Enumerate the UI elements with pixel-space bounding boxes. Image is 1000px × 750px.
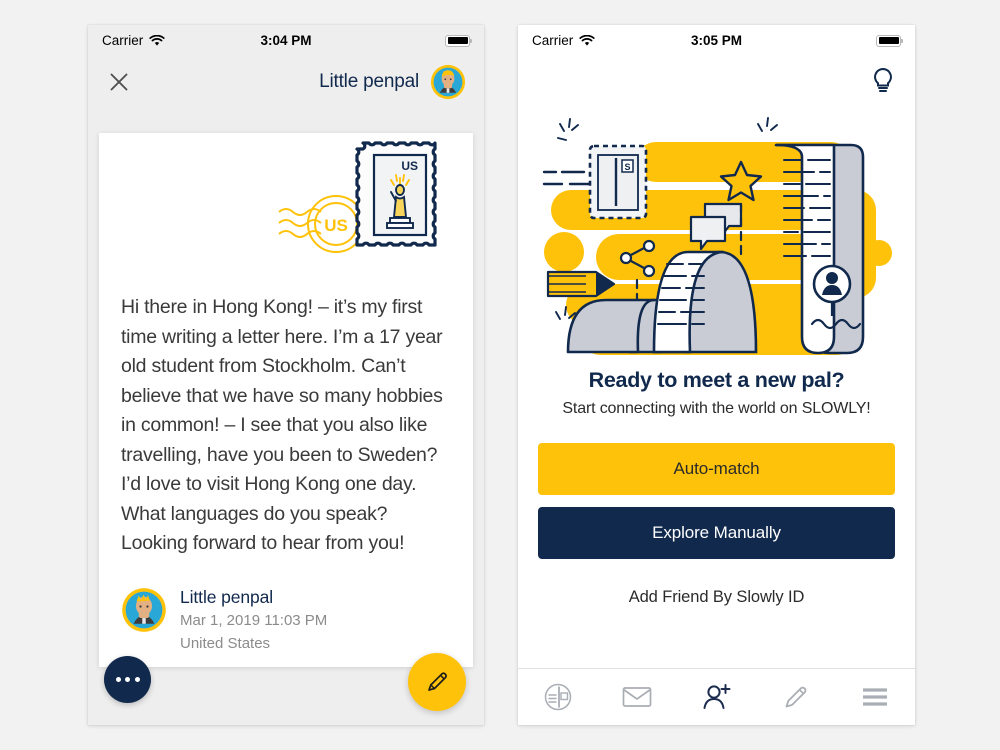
svg-text:S: S [624, 162, 630, 172]
phone-right-discover-view: Carrier 3:05 PM S Ready to meet a new pa… [518, 25, 915, 725]
add-friend-by-id-link[interactable]: Add Friend By Slowly ID [518, 588, 915, 607]
bottom-tab-bar [518, 668, 915, 725]
nav-bar-left: Little penpal [88, 56, 484, 108]
explore-manually-button[interactable]: Explore Manually [538, 507, 895, 559]
cta-title: Ready to meet a new pal? [588, 368, 845, 392]
envelope-icon [622, 687, 652, 707]
nav-bar-right [518, 56, 915, 106]
signature-text-group: Little penpal Mar 1, 2019 11:03 PM Unite… [180, 587, 327, 654]
person-plus-icon [703, 684, 731, 709]
carrier-label: Carrier [532, 33, 574, 48]
tab-write[interactable] [756, 669, 835, 725]
status-bar-left-group: Carrier [102, 33, 165, 48]
status-bar-right: Carrier 3:05 PM [518, 25, 915, 56]
person-avatar-icon [812, 264, 851, 304]
stamp-country-label: US [401, 159, 418, 173]
screenshot-stage: Carrier 3:04 PM Little penpal US US Hi t… [0, 0, 1000, 750]
status-bar-right-group [445, 34, 472, 47]
letter-card: US US Hi there in Hong Kong! – it’s my f… [99, 133, 473, 667]
letter-signature: Little penpal Mar 1, 2019 11:03 PM Unite… [99, 559, 473, 654]
battery-full-icon [876, 34, 903, 47]
tab-mail[interactable] [597, 669, 676, 725]
lightbulb-icon[interactable] [871, 67, 895, 95]
letter-body-text: Hi there in Hong Kong! – it’s my first t… [121, 296, 443, 554]
speed-lines [542, 170, 593, 186]
wifi-icon [579, 34, 595, 46]
tab-add-friend[interactable] [677, 669, 756, 725]
signature-name: Little penpal [180, 586, 274, 607]
postage-stamp-icon: US US [278, 141, 437, 253]
penpal-avatar[interactable] [430, 64, 466, 100]
stamp-circle-icon [544, 683, 571, 711]
phone-left-letter-view: Carrier 3:04 PM Little penpal US US Hi t… [88, 25, 484, 725]
letter-stamp-area: US US [99, 133, 473, 293]
battery-full-icon [445, 34, 472, 47]
penpal-letters-illustration: S [542, 117, 892, 355]
postmark-label: US [324, 216, 348, 235]
auto-match-button[interactable]: Auto-match [538, 443, 895, 495]
wifi-icon [149, 34, 165, 46]
signature-location: United States [180, 634, 271, 652]
close-icon[interactable] [108, 71, 130, 93]
more-options-button[interactable] [104, 656, 151, 703]
postmark-icon [278, 195, 365, 253]
status-bar-right-group [876, 34, 903, 47]
signature-avatar[interactable] [121, 587, 167, 633]
tab-stamps[interactable] [518, 669, 597, 725]
compose-letter-button[interactable] [408, 653, 466, 711]
signature-date: Mar 1, 2019 11:03 PM [180, 611, 328, 629]
more-options-icon [115, 677, 140, 682]
status-bar-left: Carrier 3:04 PM [88, 25, 484, 56]
carrier-label: Carrier [102, 33, 144, 48]
pencil-compose-icon [428, 672, 447, 691]
pencil-icon [785, 686, 807, 708]
postage-stamp-icon: S [588, 144, 647, 220]
tab-menu[interactable] [836, 669, 915, 725]
status-bar-left-group: Carrier [532, 33, 595, 48]
cta-subtitle: Start connecting with the world on SLOWL… [562, 400, 871, 417]
page-title: Little penpal [319, 71, 419, 92]
hamburger-menu-icon [863, 688, 888, 706]
